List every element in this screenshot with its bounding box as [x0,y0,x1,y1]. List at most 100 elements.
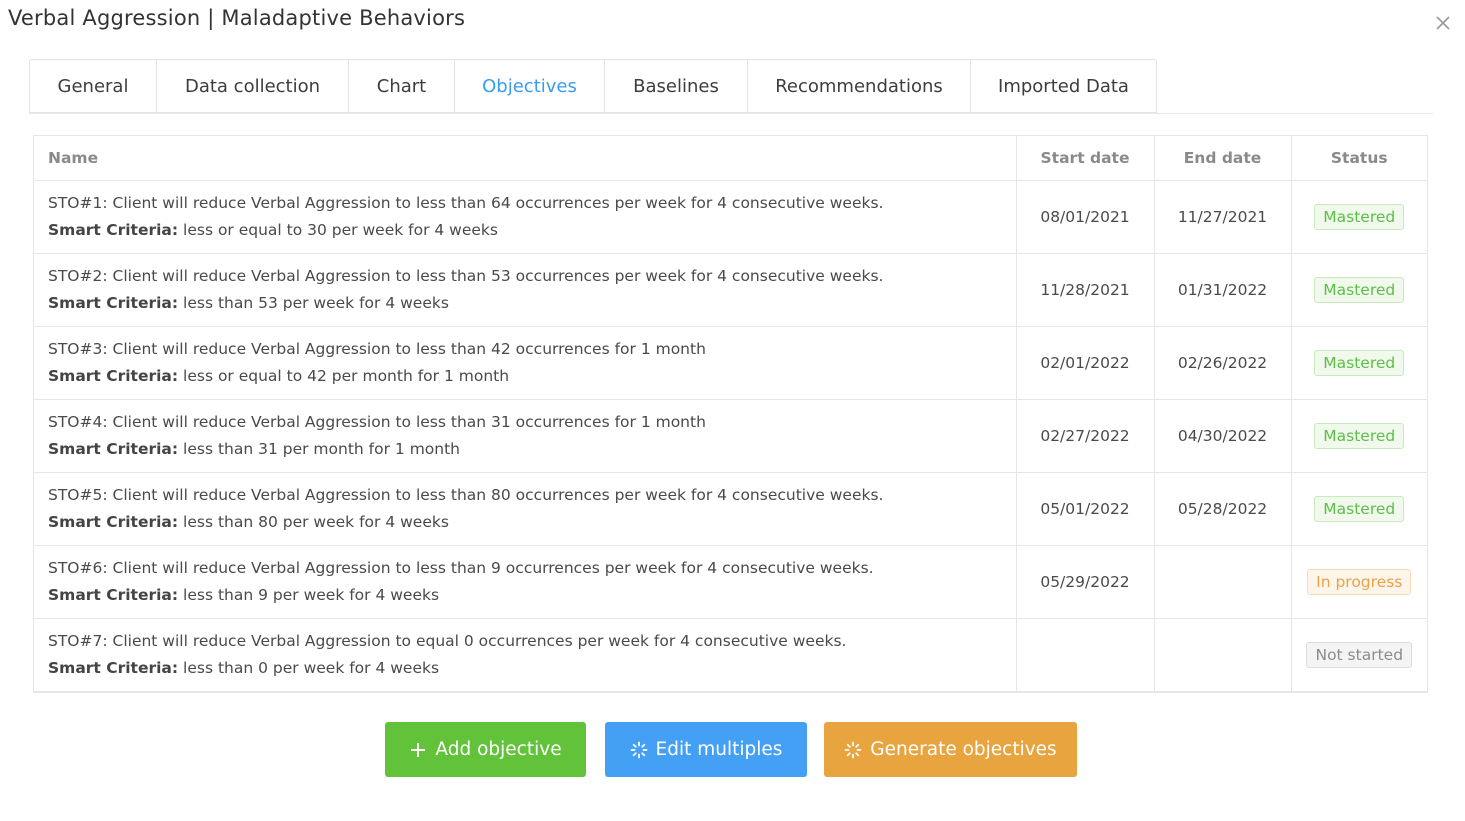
start-date [1016,618,1155,692]
smart-criteria: Smart Criteria: less than 80 per week fo… [48,509,1002,536]
smart-criteria-label: Smart Criteria: [48,440,179,458]
smart-criteria-value: less than 53 per week for 4 weeks [183,294,449,312]
tab-objectives[interactable]: Objectives [455,59,605,113]
plus-icon [409,741,427,759]
smart-criteria: Smart Criteria: less than 53 per week fo… [48,290,1002,317]
smart-criteria-label: Smart Criteria: [48,221,179,239]
status-badge: Not started [1306,642,1413,668]
sparkle-icon [630,741,648,759]
start-date: 02/01/2022 [1016,326,1155,400]
smart-criteria-value: less than 0 per week for 4 weeks [183,659,440,677]
header-start-date[interactable]: Start date [1016,136,1155,181]
status-cell: Mastered [1291,399,1427,473]
smart-criteria-label: Smart Criteria: [48,294,179,312]
end-date [1154,545,1292,619]
table-row[interactable]: STO#4: Client will reduce Verbal Aggress… [34,399,1427,473]
add-objective-button[interactable]: Add objective [385,722,586,777]
header-status[interactable]: Status [1291,136,1427,181]
tab-label: Chart [376,75,427,97]
start-date: 08/01/2021 [1016,180,1155,254]
status-cell: Mastered [1291,472,1427,546]
table-header-row: Name Start date End date Status [34,136,1427,181]
tab-chart[interactable]: Chart [349,59,455,113]
status-badge: Mastered [1314,496,1405,522]
tab-label: General [57,75,129,97]
tab-recommendations[interactable]: Recommendations [748,59,971,113]
table-row[interactable]: STO#5: Client will reduce Verbal Aggress… [34,472,1427,546]
edit-multiples-button[interactable]: Edit multiples [605,722,807,777]
status-cell: Mastered [1291,180,1427,254]
status-badge: Mastered [1314,350,1405,376]
objective-cell: STO#4: Client will reduce Verbal Aggress… [34,399,1017,473]
header-name[interactable]: Name [34,136,1017,181]
status-badge: In progress [1307,569,1412,595]
objective-cell: STO#3: Client will reduce Verbal Aggress… [34,326,1017,400]
status-badge: Mastered [1314,423,1405,449]
table-row[interactable]: STO#2: Client will reduce Verbal Aggress… [34,253,1427,327]
tab-label: Imported Data [998,75,1129,97]
objective-name: STO#7: Client will reduce Verbal Aggress… [48,632,847,650]
status-cell: Not started [1291,618,1427,692]
dialog-title: Verbal Aggression | Maladaptive Behavior… [8,6,466,30]
smart-criteria-value: less or equal to 42 per month for 1 mont… [183,367,510,385]
tab-imported-data[interactable]: Imported Data [971,59,1157,113]
objective-name: STO#1: Client will reduce Verbal Aggress… [48,194,884,212]
status-cell: Mastered [1291,326,1427,400]
smart-criteria-value: less than 31 per month for 1 month [183,440,460,458]
close-icon[interactable] [1432,12,1454,34]
tab-bar: General Data collection Chart Objectives… [29,59,1157,113]
objective-name: STO#5: Client will reduce Verbal Aggress… [48,486,884,504]
smart-criteria: Smart Criteria: less than 9 per week for… [48,582,1002,609]
status-cell: In progress [1291,545,1427,619]
generate-objectives-button[interactable]: Generate objectives [824,722,1077,777]
table-row[interactable]: STO#1: Client will reduce Verbal Aggress… [34,180,1427,254]
end-date: 05/28/2022 [1154,472,1292,546]
end-date [1154,618,1292,692]
smart-criteria-label: Smart Criteria: [48,659,179,677]
start-date: 05/29/2022 [1016,545,1155,619]
tab-baselines[interactable]: Baselines [605,59,748,113]
smart-criteria-value: less than 80 per week for 4 weeks [183,513,449,531]
tab-label: Objectives [482,75,577,97]
smart-criteria-label: Smart Criteria: [48,586,179,604]
header-end-date[interactable]: End date [1154,136,1292,181]
table-row[interactable]: STO#3: Client will reduce Verbal Aggress… [34,326,1427,400]
status-badge: Mastered [1314,204,1405,230]
smart-criteria: Smart Criteria: less than 0 per week for… [48,655,1002,682]
table-row[interactable]: STO#7: Client will reduce Verbal Aggress… [34,618,1427,692]
table-row[interactable]: STO#6: Client will reduce Verbal Aggress… [34,545,1427,619]
tab-label: Baselines [633,75,719,97]
smart-criteria-label: Smart Criteria: [48,367,179,385]
add-objective-label: Add objective [435,739,562,760]
tab-label: Data collection [184,75,321,97]
objective-cell: STO#1: Client will reduce Verbal Aggress… [34,180,1017,254]
tab-label: Recommendations [775,75,943,97]
tab-divider [29,113,1433,114]
generate-objectives-label: Generate objectives [870,739,1057,760]
objective-name: STO#4: Client will reduce Verbal Aggress… [48,413,706,431]
smart-criteria: Smart Criteria: less or equal to 42 per … [48,363,1002,390]
start-date: 05/01/2022 [1016,472,1155,546]
smart-criteria: Smart Criteria: less than 31 per month f… [48,436,1002,463]
end-date: 01/31/2022 [1154,253,1292,327]
edit-multiples-label: Edit multiples [655,739,783,760]
objective-name: STO#3: Client will reduce Verbal Aggress… [48,340,706,358]
objective-cell: STO#2: Client will reduce Verbal Aggress… [34,253,1017,327]
end-date: 11/27/2021 [1154,180,1292,254]
sparkle-icon [844,741,862,759]
objective-name: STO#2: Client will reduce Verbal Aggress… [48,267,884,285]
tab-data-collection[interactable]: Data collection [157,59,349,113]
tab-general[interactable]: General [29,59,157,113]
objective-name: STO#6: Client will reduce Verbal Aggress… [48,559,874,577]
start-date: 02/27/2022 [1016,399,1155,473]
objective-cell: STO#6: Client will reduce Verbal Aggress… [34,545,1017,619]
smart-criteria-value: less than 9 per week for 4 weeks [183,586,440,604]
smart-criteria-label: Smart Criteria: [48,513,179,531]
objective-cell: STO#5: Client will reduce Verbal Aggress… [34,472,1017,546]
objective-cell: STO#7: Client will reduce Verbal Aggress… [34,618,1017,692]
objectives-table: Name Start date End date Status STO#1: C… [33,135,1428,693]
end-date: 04/30/2022 [1154,399,1292,473]
end-date: 02/26/2022 [1154,326,1292,400]
start-date: 11/28/2021 [1016,253,1155,327]
smart-criteria-value: less or equal to 30 per week for 4 weeks [183,221,498,239]
